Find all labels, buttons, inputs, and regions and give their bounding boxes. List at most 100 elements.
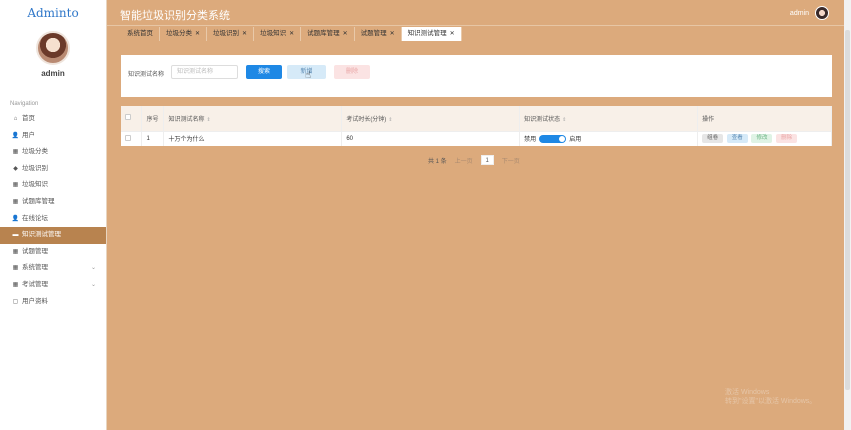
sidebar-item-system[interactable]: ▦ 系统管理 ⌄ <box>0 260 106 277</box>
tab-question-manage[interactable]: 试题管理 ✕ <box>354 27 402 41</box>
delete-button[interactable]: 删除 <box>334 65 370 79</box>
chevron-down-icon: ⌄ <box>90 281 96 288</box>
sidebar-item-label: 知识测试管理 <box>22 231 61 239</box>
briefcase-icon: ▬ <box>12 232 19 239</box>
tab-label: 试题库管理 <box>307 30 340 37</box>
sidebar-item-label: 在线论坛 <box>22 214 48 222</box>
row-delete-button[interactable]: 删除 <box>776 134 798 144</box>
admin-avatar[interactable] <box>815 6 829 20</box>
search-input[interactable] <box>171 65 238 79</box>
sidebar-item-garbage-knowledge[interactable]: ▦ 垃圾知识 <box>0 177 106 194</box>
sidebar-item-label: 考试管理 <box>22 280 48 288</box>
page-number-button[interactable]: 1 <box>480 155 494 165</box>
tab-garbage-recognition[interactable]: 垃圾识别 ✕ <box>207 27 255 41</box>
table-header-row: 序号 知识测试名称 ⇕ 考试时长(分钟) ⇕ 知识测试状态 ⇕ 操作 <box>121 106 832 131</box>
sidebar-item-label: 首页 <box>22 115 35 122</box>
status-toggle[interactable] <box>539 134 567 143</box>
close-icon[interactable]: ✕ <box>289 31 294 37</box>
row-name: 十万个为什么 <box>163 130 343 146</box>
close-icon[interactable]: ✕ <box>390 31 395 37</box>
admin-label[interactable]: admin <box>790 10 809 17</box>
sidebar-item-knowledge-test[interactable]: ▬ 知识测试管理 <box>0 227 106 244</box>
sidebar-item-forum[interactable]: 👤 在线论坛 <box>0 211 106 228</box>
tab-label: 知识测试管理 <box>407 30 447 37</box>
total-count: 共 1 条 <box>428 158 447 165</box>
column-header-status[interactable]: 知识测试状态 ⇕ <box>519 106 699 131</box>
sidebar-item-label: 试题管理 <box>22 247 48 255</box>
column-header-actions: 操作 <box>697 106 832 131</box>
pagination: 共 1 条 上一页 1 下一页 <box>428 155 523 165</box>
scrollbar-thumb[interactable] <box>845 30 850 390</box>
avatar[interactable] <box>36 31 70 65</box>
user-icon: 👤 <box>11 215 20 222</box>
select-all-checkbox[interactable] <box>125 114 131 121</box>
tab-knowledge-test[interactable]: 知识测试管理 ✕ <box>401 27 462 41</box>
sort-icon[interactable]: ⇕ <box>388 117 392 123</box>
pointer-cursor-icon: ☝ <box>305 70 312 81</box>
sort-icon[interactable]: ⇕ <box>562 117 566 123</box>
sidebar-item-label: 用户 <box>22 131 35 139</box>
sidebar-item-label: 系统管理 <box>22 264 48 272</box>
page-title: 智能垃圾识别分类系统 <box>120 10 230 22</box>
sidebar-item-user[interactable]: 👤 用户 <box>0 128 106 145</box>
document-icon: ▢ <box>12 298 19 305</box>
tag-icon: ◆ <box>13 165 18 172</box>
close-icon[interactable]: ✕ <box>343 31 348 37</box>
edit-button[interactable]: 修改 <box>751 134 773 144</box>
search-panel: 知识测试名称 搜索 新增 删除 <box>121 55 832 97</box>
home-icon: ⌂ <box>13 116 18 122</box>
tab-question-bank[interactable]: 试题库管理 ✕ <box>301 27 355 41</box>
search-button[interactable]: 搜索 <box>246 65 282 79</box>
sort-icon[interactable]: ⇕ <box>206 117 210 123</box>
sidebar-item-garbage-recognition[interactable]: ◆ 垃圾识别 <box>0 161 106 178</box>
sidebar-item-question-bank[interactable]: ▦ 试题库管理 <box>0 194 106 211</box>
grid-icon: ▦ <box>12 149 19 156</box>
tab-label: 垃圾知识 <box>260 30 287 37</box>
top-header: 智能垃圾识别分类系统 admin <box>107 0 851 26</box>
tab-label: 垃圾识别 <box>213 30 240 37</box>
column-header-name[interactable]: 知识测试名称 ⇕ <box>163 106 343 131</box>
close-icon[interactable]: ✕ <box>450 31 455 37</box>
sidebar-item-label: 用户资料 <box>22 297 48 305</box>
row-checkbox[interactable] <box>125 134 131 141</box>
nav-section-title: Navigation <box>10 101 39 107</box>
next-page-button[interactable]: 下一页 <box>502 156 520 165</box>
grid-icon: ▦ <box>12 281 19 288</box>
tab-home[interactable]: 系统首页 <box>121 27 160 41</box>
tab-label: 垃圾分类 <box>166 30 192 37</box>
brand-logo[interactable]: Adminto <box>0 0 106 26</box>
table-row: 1 十万个为什么 60 禁用 启用 组卷 查看 修改 删除 <box>121 130 832 146</box>
row-actions: 组卷 查看 修改 删除 <box>697 130 832 146</box>
status-off-label: 禁用 <box>524 137 537 144</box>
sidebar-item-label: 垃圾知识 <box>22 181 48 189</box>
tab-garbage-category[interactable]: 垃圾分类 ✕ <box>160 27 208 41</box>
sidebar-item-profile[interactable]: ▢ 用户资料 <box>0 294 106 311</box>
close-icon[interactable]: ✕ <box>195 31 200 37</box>
data-table: 序号 知识测试名称 ⇕ 考试时长(分钟) ⇕ 知识测试状态 ⇕ 操作 1 十万个为什么… <box>121 106 832 146</box>
tab-bar: 系统首页 垃圾分类 ✕ 垃圾识别 ✕ 垃圾知识 ✕ 试题库管理 ✕ 试题管理 ✕ 知识测试… <box>121 27 462 41</box>
vertical-scrollbar[interactable] <box>844 0 851 430</box>
compose-paper-button[interactable]: 组卷 <box>702 134 724 144</box>
close-icon[interactable]: ✕ <box>242 31 247 37</box>
grid-icon: ▦ <box>12 198 19 205</box>
prev-page-button[interactable]: 上一页 <box>455 156 473 165</box>
tab-garbage-knowledge[interactable]: 垃圾知识 ✕ <box>254 27 302 41</box>
grid-icon: ▦ <box>12 248 19 255</box>
row-duration: 60 <box>341 130 521 146</box>
admin-menu[interactable]: admin <box>790 6 829 20</box>
row-select-cell[interactable] <box>121 130 143 146</box>
sidebar: Adminto admin Navigation ⌂ 首页 👤 用户 ▦ 垃圾分… <box>0 0 107 430</box>
view-button[interactable]: 查看 <box>726 134 748 144</box>
search-label: 知识测试名称 <box>128 72 165 78</box>
tab-label: 系统首页 <box>127 30 153 37</box>
sidebar-item-label: 试题库管理 <box>22 197 55 205</box>
column-header-duration[interactable]: 考试时长(分钟) ⇕ <box>341 106 521 131</box>
windows-activation-watermark: 激活 Windows 转到"设置"以激活 Windows。 <box>725 389 817 405</box>
sidebar-item-question-manage[interactable]: ▦ 试题管理 <box>0 244 106 261</box>
sidebar-item-exam[interactable]: ▦ 考试管理 ⌄ <box>0 277 106 294</box>
sidebar-item-garbage-category[interactable]: ▦ 垃圾分类 <box>0 144 106 161</box>
sidebar-item-home[interactable]: ⌂ 首页 <box>0 111 106 128</box>
select-all-cell[interactable] <box>121 106 143 131</box>
status-on-label: 启用 <box>569 137 582 144</box>
user-name: admin <box>41 69 65 78</box>
